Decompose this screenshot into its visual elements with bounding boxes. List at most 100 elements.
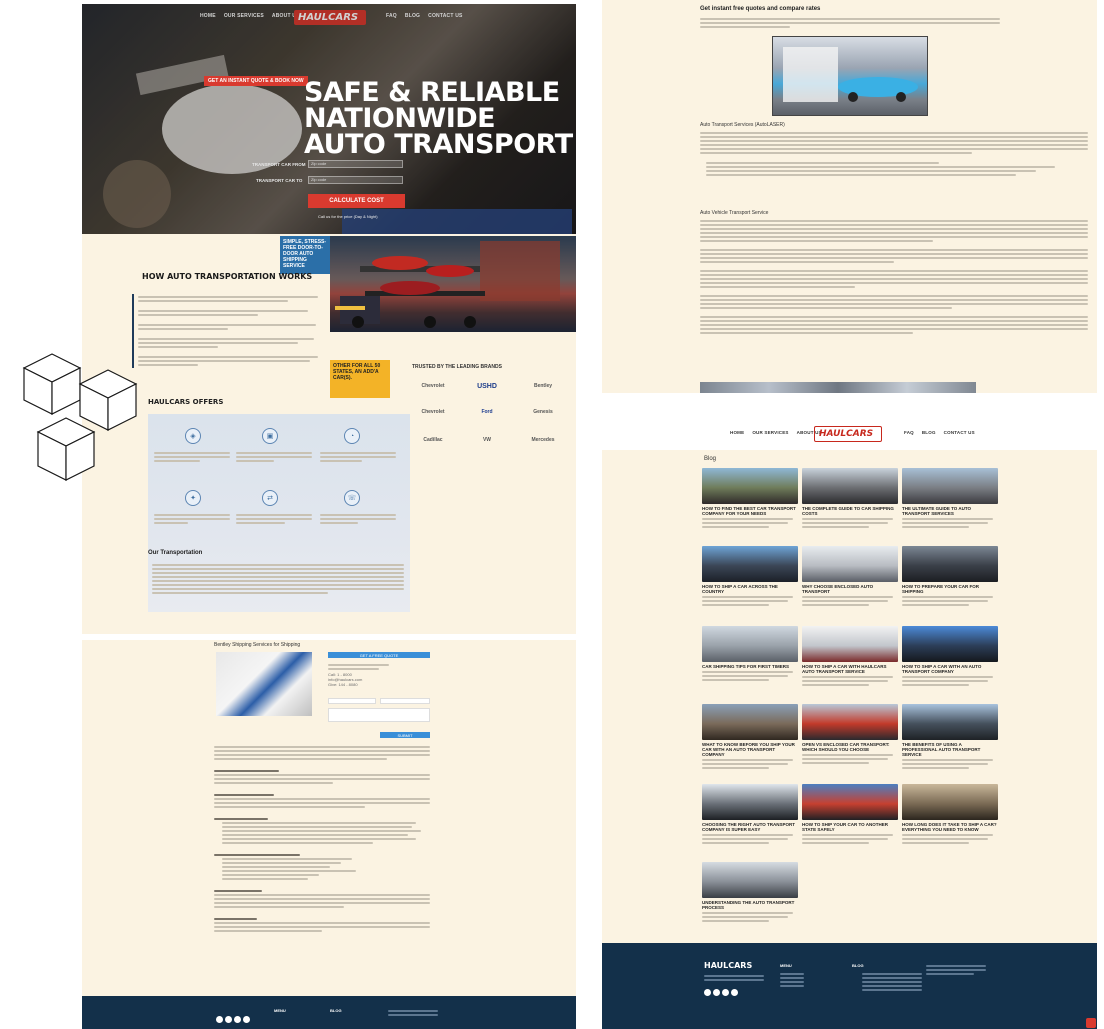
blog-thumbnail[interactable] bbox=[702, 468, 798, 504]
facebook-icon[interactable] bbox=[704, 989, 711, 996]
blog-thumbnail[interactable] bbox=[902, 784, 998, 820]
blog-thumbnail[interactable] bbox=[902, 468, 998, 504]
blog-post-title[interactable]: WHY CHOOSE ENCLOSED AUTO TRANSPORT bbox=[802, 584, 898, 594]
cube-shape bbox=[36, 417, 96, 481]
blog-card[interactable]: CHOOSING THE RIGHT AUTO TRANSPORT COMPAN… bbox=[702, 784, 798, 846]
brands-title: TRUSTED BY THE LEADING BRANDS bbox=[412, 364, 502, 370]
blog-excerpt bbox=[702, 596, 798, 606]
brand-logo: Bentley bbox=[533, 383, 553, 389]
how-it-works-section: SIMPLE, STRESS-FREE DOOR-TO-DOOR AUTO SH… bbox=[82, 234, 576, 634]
blog-post-title[interactable]: HOW TO SHIP A CAR ACROSS THE COUNTRY bbox=[702, 584, 798, 594]
blog-thumbnail[interactable] bbox=[802, 784, 898, 820]
blog-card[interactable]: HOW TO PREPARE YOUR CAR FOR SHIPPING bbox=[902, 546, 998, 608]
blog-excerpt bbox=[802, 676, 898, 686]
blog-excerpt bbox=[902, 518, 998, 528]
blog-title: Blog bbox=[704, 456, 717, 462]
facebook-icon[interactable] bbox=[216, 1016, 223, 1023]
blog-thumbnail[interactable] bbox=[902, 626, 998, 662]
hero-title-line3: AUTO TRANSPORT bbox=[304, 129, 573, 160]
blog-card[interactable]: THE COMPLETE GUIDE TO CAR SHIPPING COSTS bbox=[802, 468, 898, 530]
nav-services[interactable]: OUR SERVICES bbox=[752, 430, 788, 435]
blog-thumbnail[interactable] bbox=[802, 546, 898, 582]
brand-logo: USHD bbox=[477, 382, 497, 390]
blog-thumbnail[interactable] bbox=[902, 704, 998, 740]
blog-card[interactable]: WHAT TO KNOW BEFORE YOU SHIP YOUR CAR WI… bbox=[702, 704, 798, 771]
blog-card[interactable]: THE BENEFITS OF USING A PROFESSIONAL AUT… bbox=[902, 704, 998, 771]
blog-thumbnail[interactable] bbox=[702, 546, 798, 582]
blog-excerpt bbox=[702, 834, 798, 844]
blog-card[interactable]: HOW TO FIND THE BEST CAR TRANSPORT COMPA… bbox=[702, 468, 798, 530]
youtube-icon[interactable] bbox=[243, 1016, 250, 1023]
blog-post-title[interactable]: OPEN VS ENCLOSED CAR TRANSPORT: WHICH SH… bbox=[802, 742, 898, 752]
youtube-icon[interactable] bbox=[731, 989, 738, 996]
blog-card[interactable]: HOW TO SHIP A CAR ACROSS THE COUNTRY bbox=[702, 546, 798, 608]
blog-post-title[interactable]: HOW LONG DOES IT TAKE TO SHIP A CAR? EVE… bbox=[902, 822, 998, 832]
instagram-icon[interactable] bbox=[722, 989, 729, 996]
cubes-decoration bbox=[22, 353, 138, 481]
blog-thumbnail[interactable] bbox=[702, 784, 798, 820]
blog-footer: HAULCARS MENU BLOG bbox=[602, 943, 1097, 1029]
blog-post-title[interactable]: WHAT TO KNOW BEFORE YOU SHIP YOUR CAR WI… bbox=[702, 742, 798, 757]
blog-post-title[interactable]: HOW TO FIND THE BEST CAR TRANSPORT COMPA… bbox=[702, 506, 798, 516]
footer-col-title: MENU bbox=[780, 963, 792, 968]
blog-excerpt bbox=[802, 754, 898, 764]
shield-icon: ◈ bbox=[185, 428, 201, 444]
blog-post-title[interactable]: HOW TO SHIP A CAR WITH HAULCARS AUTO TRA… bbox=[802, 664, 898, 674]
blog-post-title[interactable]: THE ULTIMATE GUIDE TO AUTO TRANSPORT SER… bbox=[902, 506, 998, 516]
blog-excerpt bbox=[902, 834, 998, 844]
twitter-icon[interactable] bbox=[225, 1016, 232, 1023]
blog-excerpt bbox=[702, 671, 798, 681]
brand-logo: Cadillac bbox=[423, 437, 443, 443]
blog-card[interactable]: HOW TO SHIP A CAR WITH AN AUTO TRANSPORT… bbox=[902, 626, 998, 688]
brand-logo: VW bbox=[482, 437, 492, 443]
blog-thumbnail[interactable] bbox=[702, 626, 798, 662]
blog-card[interactable]: OPEN VS ENCLOSED CAR TRANSPORT: WHICH SH… bbox=[802, 704, 898, 766]
contact-line: Give: 144 - 8080 bbox=[328, 682, 358, 687]
blog-excerpt bbox=[902, 676, 998, 686]
blog-card[interactable]: HOW LONG DOES IT TAKE TO SHIP A CAR? EVE… bbox=[902, 784, 998, 846]
submit-button[interactable]: SUBMIT bbox=[380, 732, 430, 738]
brand-logo: Genesis bbox=[533, 409, 553, 415]
blog-card[interactable]: WHY CHOOSE ENCLOSED AUTO TRANSPORT bbox=[802, 546, 898, 608]
blog-card[interactable]: HOW TO SHIP YOUR CAR TO ANOTHER STATE SA… bbox=[802, 784, 898, 846]
blog-card[interactable]: UNDERSTANDING THE AUTO TRANSPORT PROCESS bbox=[702, 862, 798, 924]
name-field[interactable] bbox=[328, 698, 376, 704]
blog-thumbnail[interactable] bbox=[702, 704, 798, 740]
blog-thumbnail[interactable] bbox=[802, 704, 898, 740]
blog-post-title[interactable]: HOW TO PREPARE YOUR CAR FOR SHIPPING bbox=[902, 584, 998, 594]
nav-blog[interactable]: BLOG bbox=[922, 430, 936, 435]
blog-card[interactable]: CAR SHIPPING TIPS FOR FIRST TIMERS bbox=[702, 626, 798, 683]
footer-logo[interactable]: HAULCARS bbox=[704, 961, 752, 970]
blog-header bbox=[602, 398, 1097, 450]
nav-home[interactable]: HOME bbox=[730, 430, 744, 435]
blog-thumbnail[interactable] bbox=[902, 546, 998, 582]
our-transportation-title: Our Transportation bbox=[148, 550, 203, 556]
blog-post-title[interactable]: THE BENEFITS OF USING A PROFESSIONAL AUT… bbox=[902, 742, 998, 757]
blog-thumbnail[interactable] bbox=[702, 862, 798, 898]
dropoff-input[interactable]: Zip code bbox=[308, 176, 403, 184]
blog-card[interactable]: HOW TO SHIP A CAR WITH HAULCARS AUTO TRA… bbox=[802, 626, 898, 688]
message-field[interactable] bbox=[328, 708, 430, 722]
hero-note: Call us for the price (Day & Night) bbox=[318, 214, 378, 219]
blog-thumbnail[interactable] bbox=[802, 626, 898, 662]
blog-card[interactable]: THE ULTIMATE GUIDE TO AUTO TRANSPORT SER… bbox=[902, 468, 998, 530]
blog-thumbnail[interactable] bbox=[802, 468, 898, 504]
section1-title: Auto Transport Services (AutoLASER) bbox=[700, 122, 785, 128]
blog-post-title[interactable]: CHOOSING THE RIGHT AUTO TRANSPORT COMPAN… bbox=[702, 822, 798, 832]
blog-logo[interactable]: HAULCARS bbox=[814, 426, 883, 442]
nav-faq[interactable]: FAQ bbox=[904, 430, 914, 435]
blog-post-title[interactable]: HOW TO SHIP YOUR CAR TO ANOTHER STATE SA… bbox=[802, 822, 898, 832]
footer-col-title: BLOG bbox=[330, 1008, 342, 1013]
enclosed-trailer-photo bbox=[772, 36, 928, 116]
blog-post-title[interactable]: HOW TO SHIP A CAR WITH AN AUTO TRANSPORT… bbox=[902, 664, 998, 674]
blog-post-title[interactable]: THE COMPLETE GUIDE TO CAR SHIPPING COSTS bbox=[802, 506, 898, 516]
email-field[interactable] bbox=[380, 698, 430, 704]
blog-post-title[interactable]: CAR SHIPPING TIPS FOR FIRST TIMERS bbox=[702, 664, 798, 669]
chat-button[interactable] bbox=[1086, 1018, 1096, 1028]
instagram-icon[interactable] bbox=[234, 1016, 241, 1023]
twitter-icon[interactable] bbox=[713, 989, 720, 996]
calculate-cost-button[interactable]: CALCULATE COST bbox=[308, 194, 405, 208]
nav-contact[interactable]: CONTACT US bbox=[944, 430, 975, 435]
blog-post-title[interactable]: UNDERSTANDING THE AUTO TRANSPORT PROCESS bbox=[702, 900, 798, 910]
pickup-input[interactable]: Zip code bbox=[308, 160, 403, 168]
